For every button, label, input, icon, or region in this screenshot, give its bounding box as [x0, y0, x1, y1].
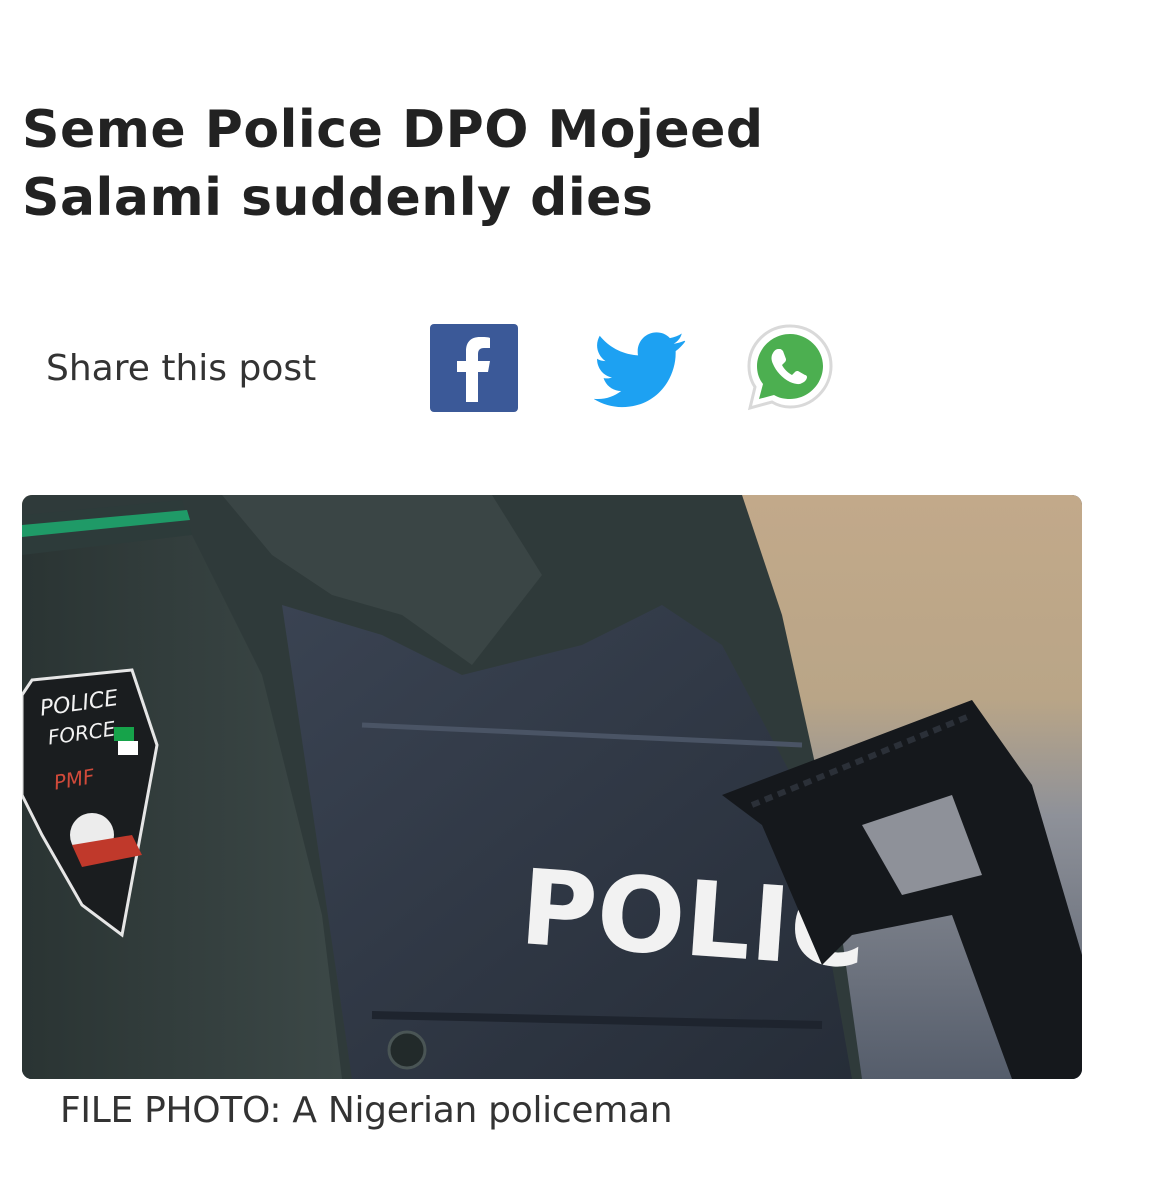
share-label: Share this post	[46, 347, 317, 389]
twitter-icon	[594, 332, 686, 408]
twitter-share-button[interactable]	[594, 322, 686, 414]
policeman-photo: POLIC POLICE FORCE PMF	[22, 495, 1082, 1079]
article-headline: Seme Police DPO Mojeed Salami suddenly d…	[22, 100, 764, 228]
article-photo: POLIC POLICE FORCE PMF	[22, 495, 1082, 1079]
whatsapp-share-button[interactable]	[742, 320, 838, 416]
photo-caption: FILE PHOTO: A Nigerian policeman	[60, 1090, 673, 1131]
facebook-share-button[interactable]	[430, 324, 518, 412]
whatsapp-icon	[747, 324, 833, 411]
article-page: Seme Police DPO Mojeed Salami suddenly d…	[0, 0, 1150, 1200]
share-bar: Share this post	[46, 322, 838, 414]
facebook-icon	[430, 324, 518, 412]
